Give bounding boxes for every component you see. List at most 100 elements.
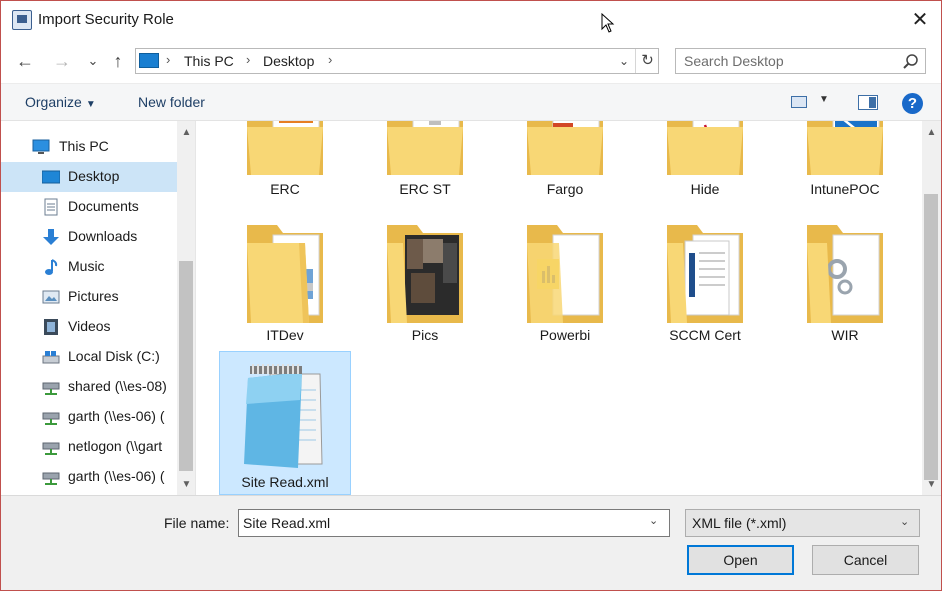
music-icon [45, 259, 58, 275]
sidebar-item-label: Documents [68, 198, 139, 214]
sidebar-item-label: Music [68, 258, 105, 274]
sidebar-item-desktop[interactable]: Desktop [1, 162, 177, 192]
address-bar[interactable]: › This PC › Desktop › ⌄ ↻ [135, 48, 659, 74]
sidebar-scrollbar[interactable]: ▲ ▼ [177, 121, 195, 495]
folder-icon [387, 121, 463, 175]
tile-label: ERC [270, 181, 300, 197]
command-bar: Organize ▼ New folder ▼ ? [1, 83, 941, 121]
close-button[interactable]: ✕ [905, 7, 935, 33]
downloads-icon [43, 229, 59, 245]
sidebar-item-network-drive[interactable]: netlogon (\\gart [1, 432, 177, 462]
file-name-combobox[interactable]: ⌄ [238, 509, 670, 537]
file-type-value: XML file (*.xml) [692, 515, 787, 531]
search-box[interactable] [675, 48, 926, 74]
organize-label: Organize [25, 94, 82, 110]
folder-tile[interactable]: ERC [219, 121, 351, 197]
search-input[interactable] [684, 52, 894, 70]
sidebar-item-label: Videos [68, 318, 111, 334]
navigation-bar: ← → ⌄ ↑ › This PC › Desktop › ⌄ ↻ [1, 39, 941, 83]
open-button[interactable]: Open [687, 545, 794, 575]
breadcrumb-desktop[interactable]: Desktop [263, 53, 314, 69]
desktop-icon [42, 170, 60, 184]
this-pc-icon [32, 139, 50, 154]
file-tile-site-read-xml[interactable]: Site Read.xml [219, 351, 351, 495]
view-options-button[interactable]: ▼ [819, 94, 829, 105]
search-icon[interactable] [902, 53, 920, 71]
sidebar-item-this-pc[interactable]: This PC [1, 132, 177, 162]
network-drive-icon [42, 412, 60, 425]
sidebar-item-music[interactable]: Music [1, 252, 177, 282]
folder-photos-icon [387, 225, 463, 323]
tile-label: IntunePOC [810, 181, 880, 197]
sidebar-item-label: Pictures [68, 288, 119, 304]
scroll-down-arrow-icon[interactable]: ▼ [922, 476, 941, 493]
forward-button[interactable]: → [50, 49, 74, 73]
sidebar-item-network-drive[interactable]: garth (\\es-06) ( [1, 402, 177, 432]
sidebar-item-label: This PC [59, 138, 109, 154]
sidebar-item-videos[interactable]: Videos [1, 312, 177, 342]
network-drive-icon [42, 382, 60, 395]
sidebar-item-label: garth (\\es-06) ( [68, 408, 165, 424]
folder-documents-icon [667, 225, 743, 323]
file-type-select[interactable]: XML file (*.xml) ⌄ [685, 509, 920, 537]
sidebar-item-label: shared (\\es-08) [68, 378, 167, 394]
tile-label: WIR [831, 327, 859, 343]
folder-tile[interactable]: ITDev [219, 215, 351, 359]
folder-icon [247, 121, 323, 175]
folder-powerbi-icon [527, 225, 603, 323]
folder-tile[interactable]: P Fargo [499, 121, 631, 197]
scroll-up-arrow-icon[interactable]: ▲ [177, 124, 195, 141]
app-icon [12, 10, 32, 30]
tile-label: Fargo [546, 181, 584, 197]
content-scrollbar[interactable]: ▲ ▼ [922, 121, 941, 495]
new-folder-button[interactable]: New folder [138, 94, 205, 110]
videos-icon [44, 319, 58, 335]
change-view-icon[interactable] [791, 96, 807, 108]
tile-label: Powerbi [539, 327, 591, 343]
cancel-button[interactable]: Cancel [812, 545, 919, 575]
sidebar-item-label: garth (\\es-06) ( [68, 468, 165, 484]
folder-tile[interactable]: ERC ST [359, 121, 491, 197]
sidebar-item-documents[interactable]: Documents [1, 192, 177, 222]
up-button[interactable]: ↑ [106, 49, 130, 73]
sidebar-item-label: Local Disk (C:) [68, 348, 160, 364]
file-name-label: File name: [164, 515, 230, 531]
breadcrumb-separator: › [166, 52, 171, 67]
scrollbar-thumb[interactable] [924, 194, 938, 480]
scrollbar-thumb[interactable] [179, 261, 193, 471]
address-dropdown-button[interactable]: ⌄ [614, 51, 634, 71]
file-name-input[interactable] [243, 514, 643, 532]
back-button[interactable]: ← [13, 49, 37, 73]
breadcrumb-separator: › [246, 52, 251, 67]
chevron-down-icon[interactable]: ⌄ [900, 515, 909, 528]
file-list: ERC ERC ST P Fargo [197, 121, 922, 495]
sidebar-item-local-disk[interactable]: Local Disk (C:) [1, 342, 177, 372]
help-icon[interactable]: ? [902, 93, 923, 114]
folder-tile[interactable]: Pics [359, 215, 491, 359]
folder-powerpoint-icon: P [527, 121, 603, 175]
sidebar-item-downloads[interactable]: Downloads [1, 222, 177, 252]
preview-pane-icon[interactable] [858, 95, 878, 110]
folder-tile[interactable]: SCCM Cert [639, 215, 771, 359]
folder-tile[interactable]: Powerbi [499, 215, 631, 359]
sidebar-item-network-drive[interactable]: shared (\\es-08) [1, 372, 177, 402]
sidebar-item-network-drive[interactable]: garth (\\es-06) ( [1, 462, 177, 492]
recent-locations-button[interactable]: ⌄ [81, 49, 105, 73]
organize-button[interactable]: Organize ▼ [25, 94, 96, 110]
import-dialog: Import Security Role ✕ ← → ⌄ ↑ › This PC… [0, 0, 942, 591]
folder-powershell-icon [807, 121, 883, 175]
folder-tile[interactable]: IntunePOC [779, 121, 911, 197]
tile-label: ITDev [266, 327, 304, 343]
folder-tile[interactable]: WIR [779, 215, 911, 359]
refresh-button[interactable]: ↻ [635, 49, 659, 73]
chevron-down-icon[interactable]: ⌄ [649, 514, 658, 527]
sidebar-item-label: netlogon (\\gart [68, 438, 163, 454]
folder-tile[interactable]: Hide [639, 121, 771, 197]
sidebar-item-pictures[interactable]: Pictures [1, 282, 177, 312]
breadcrumb-this-pc[interactable]: This PC [184, 53, 234, 69]
tile-label: ERC ST [399, 181, 451, 197]
scroll-down-arrow-icon[interactable]: ▼ [177, 476, 195, 493]
dialog-footer: File name: ⌄ XML file (*.xml) ⌄ Open Can… [1, 495, 941, 590]
tile-label: Pics [411, 327, 439, 343]
scroll-up-arrow-icon[interactable]: ▲ [922, 124, 941, 141]
